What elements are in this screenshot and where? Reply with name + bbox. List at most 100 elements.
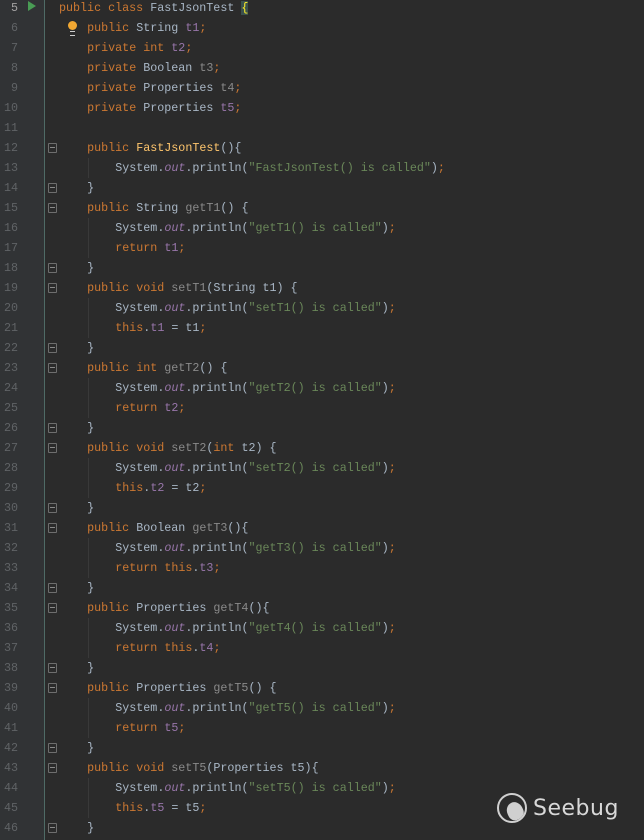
code-line[interactable]: 21 this.t1 = t1; bbox=[0, 318, 644, 338]
code-token: public bbox=[87, 141, 137, 155]
code-text: public void setT5(Properties t5){ bbox=[87, 758, 318, 778]
code-line[interactable]: 24 System.out.println("getT2() is called"… bbox=[0, 378, 644, 398]
code-token: this bbox=[115, 801, 144, 815]
code-text: public void setT1(String t1) { bbox=[87, 278, 297, 298]
fold-toggle-icon[interactable] bbox=[48, 343, 57, 353]
line-number: 46 bbox=[3, 821, 18, 835]
code-line[interactable]: 25 return t2; bbox=[0, 398, 644, 418]
code-line[interactable]: 11 bbox=[0, 118, 644, 138]
line-number: 38 bbox=[3, 661, 18, 675]
code-token: public bbox=[87, 21, 137, 35]
indent-guide bbox=[88, 798, 89, 818]
code-line[interactable]: 20 System.out.println("setT1() is called"… bbox=[0, 298, 644, 318]
code-editor[interactable]: 5 public class FastJsonTest {6 public Stri… bbox=[0, 0, 644, 838]
code-token: private bbox=[87, 101, 144, 115]
line-number: 39 bbox=[3, 681, 18, 695]
fold-toggle-icon[interactable] bbox=[48, 523, 57, 533]
code-token: = t1 bbox=[164, 321, 200, 335]
fold-toggle-icon[interactable] bbox=[48, 203, 57, 213]
code-line[interactable]: 9 private Properties t4; bbox=[0, 78, 644, 98]
code-token: ) bbox=[381, 621, 389, 635]
code-token: ; bbox=[388, 621, 396, 635]
code-token: (){ bbox=[220, 141, 242, 155]
code-token: this bbox=[115, 321, 144, 335]
code-line[interactable]: 26} bbox=[0, 418, 644, 438]
code-line[interactable]: 27 public void setT2(int t2) { bbox=[0, 438, 644, 458]
code-line[interactable]: 36 System.out.println("getT4() is called"… bbox=[0, 618, 644, 638]
code-line[interactable]: 37 return this.t4; bbox=[0, 638, 644, 658]
code-line[interactable]: 7 private int t2; bbox=[0, 38, 644, 58]
code-line[interactable]: 23 public int getT2() { bbox=[0, 358, 644, 378]
code-token: Properties bbox=[143, 81, 221, 95]
fold-toggle-icon[interactable] bbox=[48, 663, 57, 673]
code-token: ; bbox=[388, 221, 396, 235]
fold-toggle-icon[interactable] bbox=[48, 503, 57, 513]
code-line[interactable]: 12 public FastJsonTest(){ bbox=[0, 138, 644, 158]
fold-toggle-icon[interactable] bbox=[48, 583, 57, 593]
code-line[interactable]: 39 public Properties getT5() { bbox=[0, 678, 644, 698]
code-line[interactable]: 33 return this.t3; bbox=[0, 558, 644, 578]
code-token: (String t1) { bbox=[206, 281, 298, 295]
code-line[interactable]: 40 System.out.println("getT5() is called"… bbox=[0, 698, 644, 718]
code-line[interactable]: 29 this.t2 = t2; bbox=[0, 478, 644, 498]
indent-guide bbox=[88, 558, 89, 578]
line-number: 14 bbox=[3, 181, 18, 195]
line-number: 44 bbox=[3, 781, 18, 795]
code-line[interactable]: 13 System.out.println("FastJsonTest() is … bbox=[0, 158, 644, 178]
code-token: Properties bbox=[143, 101, 221, 115]
code-line[interactable]: 35 public Properties getT4(){ bbox=[0, 598, 644, 618]
code-line[interactable]: 15 public String getT1() { bbox=[0, 198, 644, 218]
code-line[interactable]: 43 public void setT5(Properties t5){ bbox=[0, 758, 644, 778]
code-text: System.out.println("getT4() is called"); bbox=[115, 618, 396, 638]
code-token: () { bbox=[248, 681, 277, 695]
code-token: ) bbox=[381, 701, 389, 715]
fold-toggle-icon[interactable] bbox=[48, 143, 57, 153]
code-token: String bbox=[136, 201, 186, 215]
code-line[interactable]: 32 System.out.println("getT3() is called"… bbox=[0, 538, 644, 558]
code-token: ; bbox=[199, 21, 207, 35]
code-line[interactable]: 22} bbox=[0, 338, 644, 358]
code-token: } bbox=[87, 501, 95, 515]
code-line[interactable]: 10 private Properties t5; bbox=[0, 98, 644, 118]
fold-toggle-icon[interactable] bbox=[48, 183, 57, 193]
fold-toggle-icon[interactable] bbox=[48, 423, 57, 433]
code-line[interactable]: 31 public Boolean getT3(){ bbox=[0, 518, 644, 538]
code-line[interactable]: 8 private Boolean t3; bbox=[0, 58, 644, 78]
code-token: } bbox=[87, 661, 95, 675]
code-line[interactable]: 38} bbox=[0, 658, 644, 678]
code-line[interactable]: 6 public String t1; bbox=[0, 18, 644, 38]
code-line[interactable]: 34} bbox=[0, 578, 644, 598]
code-line[interactable]: 28 System.out.println("setT2() is called"… bbox=[0, 458, 644, 478]
code-line[interactable]: 30} bbox=[0, 498, 644, 518]
code-token: int bbox=[213, 441, 242, 455]
fold-toggle-icon[interactable] bbox=[48, 823, 57, 833]
code-token: } bbox=[87, 741, 95, 755]
fold-toggle-icon[interactable] bbox=[48, 283, 57, 293]
code-text: public String t1; bbox=[87, 18, 206, 38]
line-number: 8 bbox=[10, 61, 18, 75]
code-token: ; bbox=[199, 321, 207, 335]
code-line[interactable]: 17 return t1; bbox=[0, 238, 644, 258]
lightbulb-icon[interactable] bbox=[68, 21, 77, 36]
fold-toggle-icon[interactable] bbox=[48, 603, 57, 613]
line-number: 13 bbox=[3, 161, 18, 175]
line-number: 29 bbox=[3, 481, 18, 495]
code-line[interactable]: 18} bbox=[0, 258, 644, 278]
fold-toggle-icon[interactable] bbox=[48, 763, 57, 773]
code-line[interactable]: 14} bbox=[0, 178, 644, 198]
code-line[interactable]: 19 public void setT1(String t1) { bbox=[0, 278, 644, 298]
fold-toggle-icon[interactable] bbox=[48, 363, 57, 373]
code-token: .println( bbox=[185, 461, 249, 475]
code-text: this.t2 = t2; bbox=[115, 478, 206, 498]
fold-toggle-icon[interactable] bbox=[48, 443, 57, 453]
code-token: "FastJsonTest() is called" bbox=[248, 161, 431, 175]
code-text: private Properties t4; bbox=[87, 78, 241, 98]
run-icon[interactable] bbox=[28, 1, 36, 11]
fold-toggle-icon[interactable] bbox=[48, 683, 57, 693]
fold-toggle-icon[interactable] bbox=[48, 263, 57, 273]
code-line[interactable]: 41 return t5; bbox=[0, 718, 644, 738]
fold-toggle-icon[interactable] bbox=[48, 743, 57, 753]
code-line[interactable]: 5 public class FastJsonTest { bbox=[0, 0, 644, 18]
code-line[interactable]: 16 System.out.println("getT1() is called"… bbox=[0, 218, 644, 238]
code-line[interactable]: 42} bbox=[0, 738, 644, 758]
